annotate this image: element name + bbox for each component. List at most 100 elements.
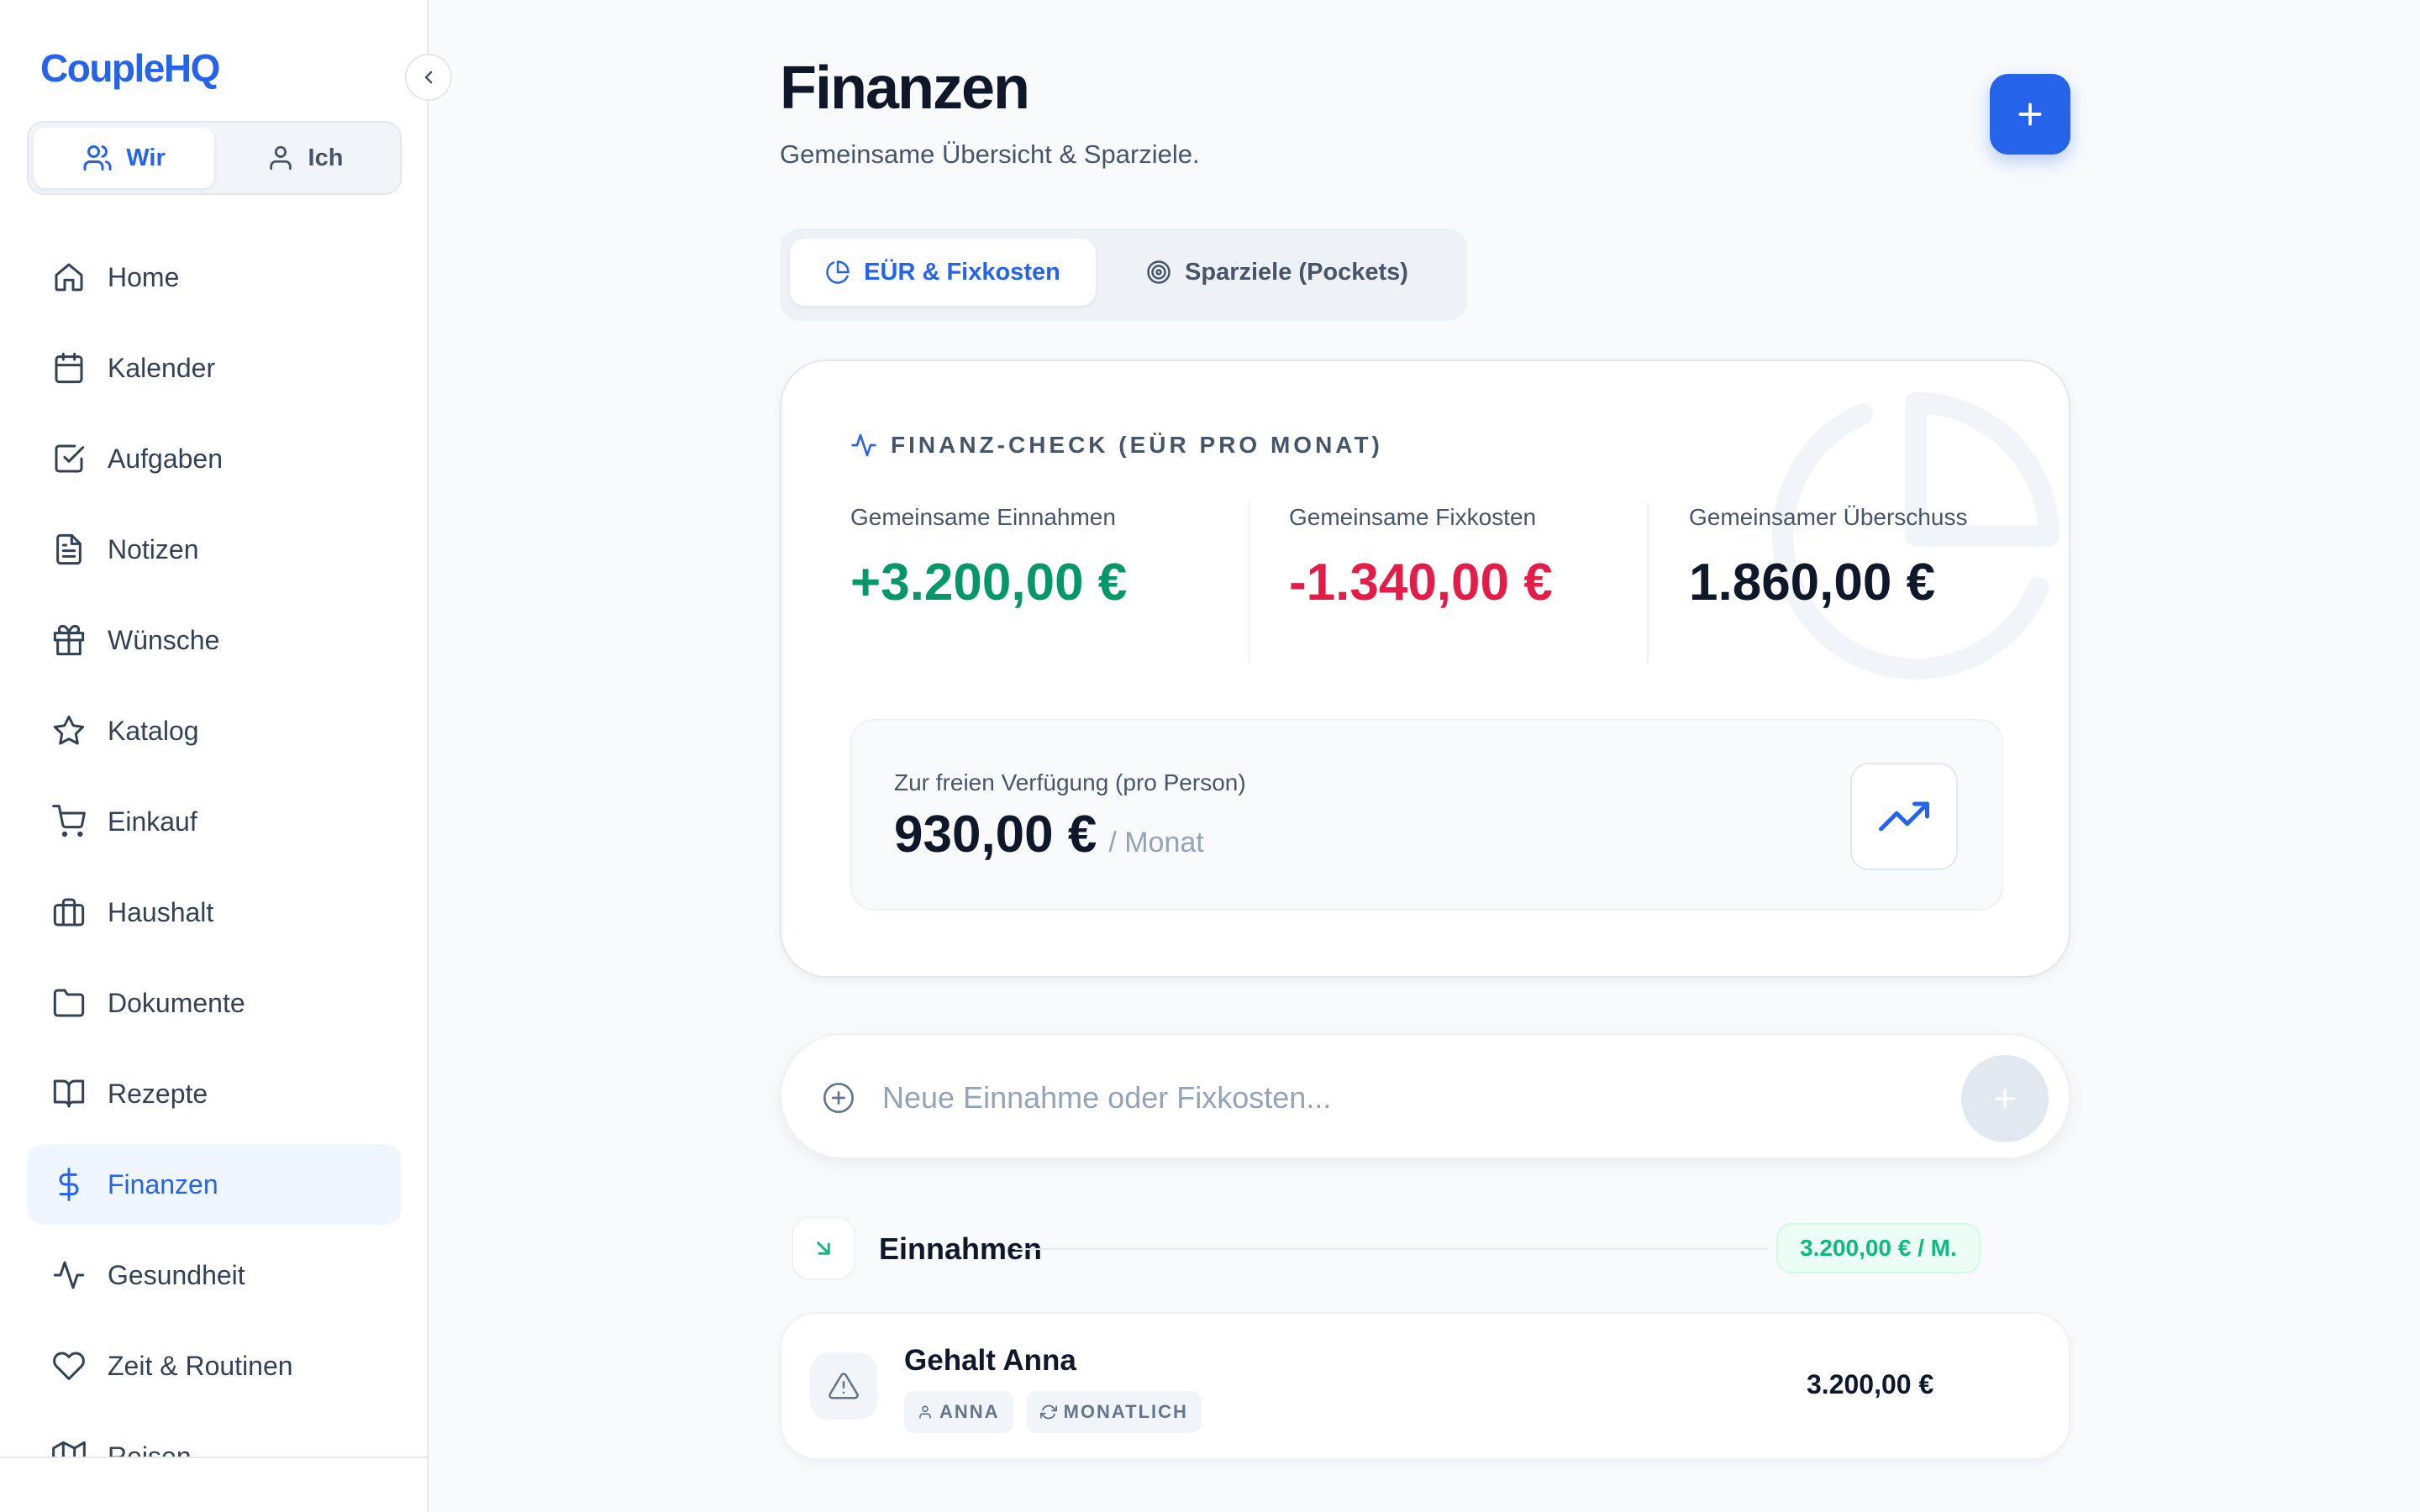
surplus-metric: Gemeinsamer Überschuss 1.860,00 € xyxy=(1689,504,2042,613)
surplus-value: 1.860,00 € xyxy=(1689,554,1936,612)
sidebar-item-label: Zeit & Routinen xyxy=(108,1350,293,1381)
home-icon xyxy=(55,263,83,291)
book-open-icon xyxy=(53,1079,85,1108)
sidebar-item-label: Einkauf xyxy=(108,806,197,837)
free-budget-unit: / Monat xyxy=(1108,827,1204,858)
plus-icon xyxy=(1995,1089,2015,1109)
plus-icon xyxy=(2018,102,2042,126)
sidebar-item-routines[interactable]: Zeit & Routinen xyxy=(27,1326,402,1406)
sidebar-item-catalog[interactable]: Katalog xyxy=(27,690,402,771)
sidebar-item-label: Wünsche xyxy=(108,624,220,655)
mode-me-button[interactable]: Ich xyxy=(214,128,395,188)
users-icon xyxy=(83,145,112,171)
file-text-icon xyxy=(56,533,82,565)
income-entry[interactable]: Gehalt Anna ANNA MONATLICH 3.200,00 € xyxy=(780,1312,2070,1460)
user-icon xyxy=(919,1405,931,1419)
sidebar-item-label: Haushalt xyxy=(108,896,214,927)
check-square-icon xyxy=(55,444,85,473)
interval-tag: MONATLICH xyxy=(1026,1391,1202,1433)
sidebar-nav: Home Kalender Aufgaben Notizen Wünsche K… xyxy=(27,237,402,1507)
sidebar-item-home[interactable]: Home xyxy=(27,237,402,318)
finance-check-title: FINANZ-CHECK (EÜR PRO MONAT) xyxy=(891,432,1383,458)
sidebar-item-health[interactable]: Gesundheit xyxy=(27,1235,402,1315)
sidebar-item-label: Kalender xyxy=(108,352,216,383)
finance-check-header: FINANZ-CHECK (EÜR PRO MONAT) xyxy=(850,432,1383,459)
interval-tag-label: MONATLICH xyxy=(1063,1401,1188,1422)
refresh-icon xyxy=(1039,1404,1057,1420)
mode-we-button[interactable]: Wir xyxy=(34,128,214,188)
entry-title: Gehalt Anna xyxy=(904,1344,1076,1377)
free-budget-value-row: 930,00 € / Monat xyxy=(894,805,1204,864)
user-icon xyxy=(269,145,292,171)
alert-triangle-icon xyxy=(829,1373,859,1399)
page-subtitle: Gemeinsame Übersicht & Sparziele. xyxy=(780,139,1200,169)
plus-circle-icon xyxy=(823,1083,854,1113)
target-icon xyxy=(1147,260,1171,284)
page-title: Finanzen xyxy=(780,55,1030,122)
tab-savings-goals[interactable]: Sparziele (Pockets) xyxy=(1104,239,1450,306)
finance-check-card: FINANZ-CHECK (EÜR PRO MONAT) Gemeinsame … xyxy=(780,360,2070,978)
person-tag-label: ANNA xyxy=(939,1401,1000,1422)
tab-label: Sparziele (Pockets) xyxy=(1185,258,1408,286)
surplus-label: Gemeinsamer Überschuss xyxy=(1689,504,1968,530)
folder-icon xyxy=(53,989,85,1017)
sidebar-item-label: Aufgaben xyxy=(108,443,224,474)
add-entry-input[interactable] xyxy=(882,1068,1891,1127)
sidebar-item-wishes[interactable]: Wünsche xyxy=(27,600,402,680)
tab-eur-fixed-costs[interactable]: EÜR & Fixkosten xyxy=(790,239,1096,306)
pie-chart-icon xyxy=(826,260,850,284)
dollar-icon xyxy=(59,1168,79,1201)
fixed-costs-metric: Gemeinsame Fixkosten -1.340,00 € xyxy=(1289,504,1600,613)
sidebar-item-calendar[interactable]: Kalender xyxy=(27,328,402,408)
mode-we-label: Wir xyxy=(126,144,166,171)
activity-icon xyxy=(53,1261,85,1289)
sidebar-item-shopping[interactable]: Einkauf xyxy=(27,781,402,862)
activity-icon xyxy=(851,433,876,457)
sidebar-item-label: Rezepte xyxy=(108,1078,208,1109)
trend-indicator xyxy=(1850,763,1958,870)
sidebar-item-tasks[interactable]: Aufgaben xyxy=(27,418,402,499)
sidebar-item-label: Gesundheit xyxy=(108,1259,245,1290)
sidebar-item-label: Home xyxy=(108,261,180,292)
sidebar-item-household[interactable]: Haushalt xyxy=(27,872,402,953)
tab-label: EÜR & Fixkosten xyxy=(864,258,1060,286)
add-entry-form xyxy=(780,1033,2070,1159)
free-budget-label: Zur freien Verfügung (pro Person) xyxy=(894,769,1246,795)
sidebar-item-label: Katalog xyxy=(108,715,199,746)
metric-divider xyxy=(1647,502,1649,664)
mode-me-label: Ich xyxy=(308,144,344,171)
income-section-header: Einnahmen 3.200,00 € / M. xyxy=(792,1215,2069,1282)
entry-amount: 3.200,00 € xyxy=(1807,1369,1934,1399)
finance-tabs: EÜR & Fixkosten Sparziele (Pockets) xyxy=(780,228,1467,321)
calendar-icon xyxy=(55,352,83,384)
trending-up-icon xyxy=(1879,801,1929,832)
sidebar-item-recipes[interactable]: Rezepte xyxy=(27,1053,402,1134)
star-icon xyxy=(53,715,85,745)
collapse-sidebar-button[interactable] xyxy=(405,54,452,101)
add-button[interactable] xyxy=(1990,74,2070,155)
entry-tags: ANNA MONATLICH xyxy=(904,1391,1202,1433)
income-section-icon-box xyxy=(792,1216,855,1280)
gift-icon xyxy=(53,624,85,656)
sidebar-item-label: Finanzen xyxy=(108,1168,218,1200)
chevron-left-icon xyxy=(424,71,433,84)
add-entry-submit-button[interactable] xyxy=(1961,1055,2049,1142)
entry-icon-box xyxy=(810,1352,877,1420)
app-logo[interactable]: CoupleHQ xyxy=(40,45,220,91)
metric-divider xyxy=(1249,502,1250,664)
arrow-down-right-icon xyxy=(817,1242,830,1255)
mode-switch: Wir Ich xyxy=(27,121,402,195)
free-budget-box: Zur freien Verfügung (pro Person) 930,00… xyxy=(850,719,2003,911)
fixed-costs-value: -1.340,00 € xyxy=(1289,554,1553,612)
sidebar-item-documents[interactable]: Dokumente xyxy=(27,963,402,1043)
person-tag: ANNA xyxy=(904,1391,1013,1433)
income-metric: Gemeinsame Einnahmen +3.200,00 € xyxy=(850,504,1220,613)
income-value: +3.200,00 € xyxy=(850,554,1128,612)
sidebar-item-notes[interactable]: Notizen xyxy=(27,509,402,590)
shopping-cart-icon xyxy=(52,805,86,837)
fixed-costs-label: Gemeinsame Fixkosten xyxy=(1289,504,1537,530)
section-divider xyxy=(1015,1248,1768,1250)
sidebar-item-finances[interactable]: Finanzen xyxy=(27,1144,402,1225)
free-budget-value: 930,00 € xyxy=(894,806,1097,864)
income-label: Gemeinsame Einnahmen xyxy=(850,504,1116,530)
